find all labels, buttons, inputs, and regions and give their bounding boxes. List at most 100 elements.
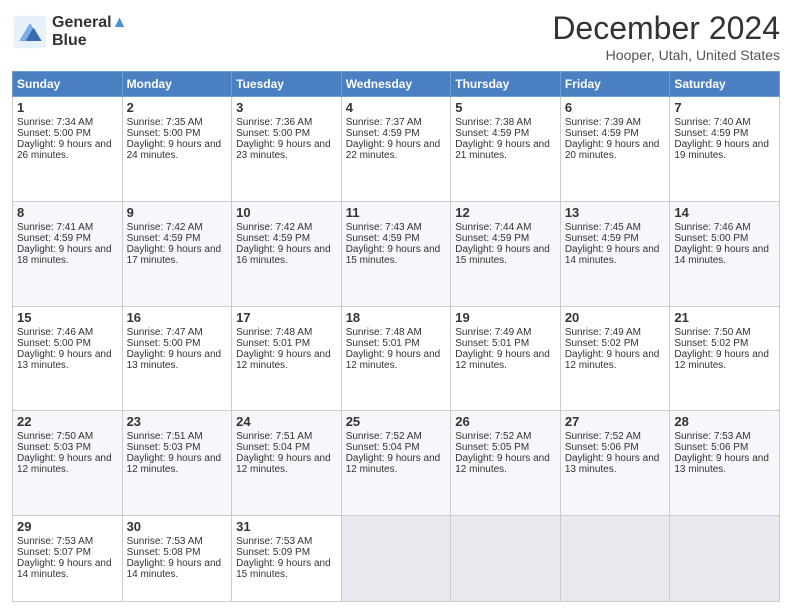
sunset-text: Sunset: 4:59 PM <box>17 233 118 244</box>
sunrise-text: Sunrise: 7:38 AM <box>455 117 556 128</box>
daylight-text: Daylight: 9 hours and 12 minutes. <box>346 349 447 371</box>
day-number: 21 <box>674 310 775 325</box>
day-number: 10 <box>236 205 337 220</box>
day-number: 17 <box>236 310 337 325</box>
title-block: December 2024 Hooper, Utah, United State… <box>552 10 780 63</box>
col-header-sunday: Sunday <box>13 72 123 97</box>
daylight-text: Daylight: 9 hours and 23 minutes. <box>236 139 337 161</box>
day-number: 5 <box>455 100 556 115</box>
calendar-cell: 19Sunrise: 7:49 AMSunset: 5:01 PMDayligh… <box>451 306 561 411</box>
calendar-cell <box>560 516 670 602</box>
calendar-cell: 24Sunrise: 7:51 AMSunset: 5:04 PMDayligh… <box>232 411 342 516</box>
daylight-text: Daylight: 9 hours and 22 minutes. <box>346 139 447 161</box>
sunset-text: Sunset: 4:59 PM <box>565 233 666 244</box>
sunrise-text: Sunrise: 7:53 AM <box>674 431 775 442</box>
sunrise-text: Sunrise: 7:36 AM <box>236 117 337 128</box>
sunset-text: Sunset: 5:07 PM <box>17 547 118 558</box>
daylight-text: Daylight: 9 hours and 12 minutes. <box>17 453 118 475</box>
calendar-cell: 30Sunrise: 7:53 AMSunset: 5:08 PMDayligh… <box>122 516 232 602</box>
sunrise-text: Sunrise: 7:41 AM <box>17 222 118 233</box>
calendar-cell: 7Sunrise: 7:40 AMSunset: 4:59 PMDaylight… <box>670 97 780 202</box>
calendar-cell <box>670 516 780 602</box>
logo-text: General▲ Blue <box>52 14 127 49</box>
calendar-cell: 31Sunrise: 7:53 AMSunset: 5:09 PMDayligh… <box>232 516 342 602</box>
sunset-text: Sunset: 4:59 PM <box>455 128 556 139</box>
calendar-cell: 28Sunrise: 7:53 AMSunset: 5:06 PMDayligh… <box>670 411 780 516</box>
calendar-cell: 15Sunrise: 7:46 AMSunset: 5:00 PMDayligh… <box>13 306 123 411</box>
calendar-cell: 25Sunrise: 7:52 AMSunset: 5:04 PMDayligh… <box>341 411 451 516</box>
sunset-text: Sunset: 5:00 PM <box>127 338 228 349</box>
sunrise-text: Sunrise: 7:47 AM <box>127 327 228 338</box>
day-number: 22 <box>17 414 118 429</box>
daylight-text: Daylight: 9 hours and 16 minutes. <box>236 244 337 266</box>
calendar-cell <box>341 516 451 602</box>
calendar-cell: 1Sunrise: 7:34 AMSunset: 5:00 PMDaylight… <box>13 97 123 202</box>
month-title: December 2024 <box>552 10 780 47</box>
sunrise-text: Sunrise: 7:35 AM <box>127 117 228 128</box>
logo: General▲ Blue <box>12 14 127 50</box>
calendar-cell: 16 Sunrise: 7:47 AMSunset: 5:00 PMDayligh… <box>122 306 232 411</box>
sunset-text: Sunset: 5:02 PM <box>674 338 775 349</box>
sunset-text: Sunset: 5:04 PM <box>236 442 337 453</box>
calendar-cell: 26Sunrise: 7:52 AMSunset: 5:05 PMDayligh… <box>451 411 561 516</box>
day-number: 18 <box>346 310 447 325</box>
daylight-text: Daylight: 9 hours and 13 minutes. <box>674 453 775 475</box>
day-number: 4 <box>346 100 447 115</box>
sunrise-text: Sunrise: 7:49 AM <box>455 327 556 338</box>
day-number: 29 <box>17 519 118 534</box>
daylight-text: Daylight: 9 hours and 12 minutes. <box>127 453 228 475</box>
sunset-text: Sunset: 4:59 PM <box>346 233 447 244</box>
day-number: 1 <box>17 100 118 115</box>
daylight-text: Daylight: 9 hours and 21 minutes. <box>455 139 556 161</box>
sunrise-text: Sunrise: 7:53 AM <box>236 536 337 547</box>
daylight-text: Daylight: 9 hours and 13 minutes. <box>127 349 228 371</box>
sunset-text: Sunset: 5:08 PM <box>127 547 228 558</box>
day-number: 16 <box>127 310 228 325</box>
daylight-text: Daylight: 9 hours and 15 minutes. <box>455 244 556 266</box>
sunset-text: Sunset: 5:05 PM <box>455 442 556 453</box>
sunrise-text: Sunrise: 7:42 AM <box>127 222 228 233</box>
daylight-text: Daylight: 9 hours and 12 minutes. <box>455 349 556 371</box>
day-number: 24 <box>236 414 337 429</box>
sunset-text: Sunset: 4:59 PM <box>236 233 337 244</box>
sunset-text: Sunset: 5:00 PM <box>17 128 118 139</box>
sunrise-text: Sunrise: 7:48 AM <box>236 327 337 338</box>
sunrise-text: Sunrise: 7:48 AM <box>346 327 447 338</box>
sunset-text: Sunset: 4:59 PM <box>127 233 228 244</box>
daylight-text: Daylight: 9 hours and 12 minutes. <box>674 349 775 371</box>
sunset-text: Sunset: 5:01 PM <box>346 338 447 349</box>
calendar-cell: 2Sunrise: 7:35 AMSunset: 5:00 PMDaylight… <box>122 97 232 202</box>
location: Hooper, Utah, United States <box>552 47 780 63</box>
col-header-monday: Monday <box>122 72 232 97</box>
sunset-text: Sunset: 5:04 PM <box>346 442 447 453</box>
calendar-cell: 4Sunrise: 7:37 AMSunset: 4:59 PMDaylight… <box>341 97 451 202</box>
sunset-text: Sunset: 5:01 PM <box>455 338 556 349</box>
sunrise-text: Sunrise: 7:52 AM <box>455 431 556 442</box>
calendar-cell: 12Sunrise: 7:44 AMSunset: 4:59 PMDayligh… <box>451 201 561 306</box>
daylight-text: Daylight: 9 hours and 12 minutes. <box>236 349 337 371</box>
sunset-text: Sunset: 4:59 PM <box>455 233 556 244</box>
calendar-cell: 17Sunrise: 7:48 AMSunset: 5:01 PMDayligh… <box>232 306 342 411</box>
sunrise-text: Sunrise: 7:39 AM <box>565 117 666 128</box>
sunset-text: Sunset: 5:00 PM <box>674 233 775 244</box>
calendar-cell: 11Sunrise: 7:43 AMSunset: 4:59 PMDayligh… <box>341 201 451 306</box>
sunset-text: Sunset: 5:09 PM <box>236 547 337 558</box>
day-number: 20 <box>565 310 666 325</box>
day-number: 7 <box>674 100 775 115</box>
day-number: 8 <box>17 205 118 220</box>
sunrise-text: Sunrise: 7:37 AM <box>346 117 447 128</box>
sunset-text: Sunset: 5:00 PM <box>17 338 118 349</box>
sunrise-text: Sunrise: 7:50 AM <box>17 431 118 442</box>
sunset-text: Sunset: 5:06 PM <box>674 442 775 453</box>
day-number: 11 <box>346 205 447 220</box>
sunrise-text: Sunrise: 7:43 AM <box>346 222 447 233</box>
daylight-text: Daylight: 9 hours and 14 minutes. <box>565 244 666 266</box>
col-header-saturday: Saturday <box>670 72 780 97</box>
sunrise-text: Sunrise: 7:45 AM <box>565 222 666 233</box>
sunrise-text: Sunrise: 7:40 AM <box>674 117 775 128</box>
sunrise-text: Sunrise: 7:44 AM <box>455 222 556 233</box>
calendar-cell: 22Sunrise: 7:50 AMSunset: 5:03 PMDayligh… <box>13 411 123 516</box>
calendar-header-row: SundayMondayTuesdayWednesdayThursdayFrid… <box>13 72 780 97</box>
calendar-cell: 18 Sunrise: 7:48 AMSunset: 5:01 PMDayligh… <box>341 306 451 411</box>
calendar-cell: 23Sunrise: 7:51 AMSunset: 5:03 PMDayligh… <box>122 411 232 516</box>
